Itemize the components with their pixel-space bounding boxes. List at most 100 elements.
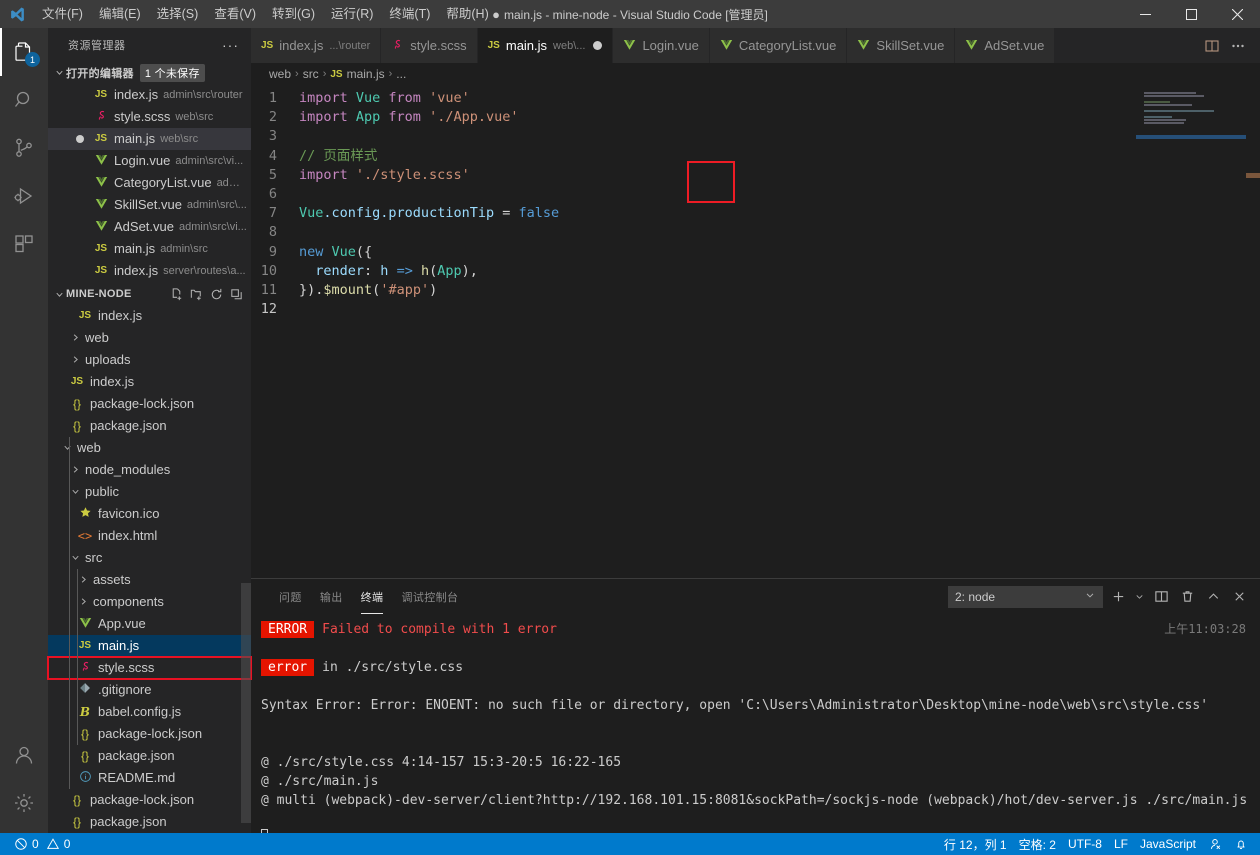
tree-file-item[interactable]: JSmain.js	[48, 635, 251, 657]
open-editor-item[interactable]: CategoryList.vueadmi...	[48, 172, 251, 194]
settings-gear-icon[interactable]	[0, 779, 48, 827]
open-editor-item[interactable]: JSmain.jsweb\src	[48, 128, 251, 150]
tree-folder-item[interactable]: components	[48, 591, 251, 613]
open-editors-header[interactable]: 打开的编辑器 1 个未保存	[48, 62, 251, 83]
chevron-down-icon[interactable]	[68, 552, 82, 563]
open-editor-item[interactable]: JSindex.jsserver\routes\a...	[48, 260, 251, 282]
problems-status[interactable]: 0 0	[8, 833, 76, 855]
tree-file-item[interactable]: style.scss	[48, 657, 251, 679]
chevron-right-icon[interactable]	[68, 354, 82, 365]
accounts-icon[interactable]	[0, 731, 48, 779]
tree-file-item[interactable]: {}package-lock.json	[48, 393, 251, 415]
open-editor-item[interactable]: Login.vueadmin\src\vi...	[48, 150, 251, 172]
add-terminal-icon[interactable]	[1107, 586, 1129, 608]
tab-terminal[interactable]: 终端	[353, 579, 392, 614]
kill-terminal-icon[interactable]	[1176, 586, 1198, 608]
open-editor-item[interactable]: style.scssweb\src	[48, 106, 251, 128]
tree-file-item[interactable]: {}package.json	[48, 745, 251, 767]
minimize-icon[interactable]	[1122, 0, 1168, 28]
open-editor-item[interactable]: AdSet.vueadmin\src\vi...	[48, 216, 251, 238]
editor-tab[interactable]: JSindex.js...\router	[251, 28, 381, 63]
workspace-header[interactable]: MINE-NODE	[48, 284, 251, 305]
menu-go[interactable]: 转到(G)	[264, 0, 323, 28]
editor-tab[interactable]: JSmain.jsweb\...	[478, 28, 614, 63]
tree-file-item[interactable]: {}package-lock.json	[48, 723, 251, 745]
indentation[interactable]: 空格: 2	[1013, 833, 1062, 855]
terminal-output[interactable]: 上午11:03:28 ERRORFailed to compile with 1…	[251, 614, 1260, 833]
open-editor-item[interactable]: JSindex.jsadmin\src\router	[48, 84, 251, 106]
menu-help[interactable]: 帮助(H)	[438, 0, 496, 28]
terminal-profile-chevron-icon[interactable]	[1133, 586, 1146, 608]
tree-folder-item[interactable]: assets	[48, 569, 251, 591]
tree-file-item[interactable]: JSindex.js	[48, 305, 251, 327]
code-editor[interactable]: 1import Vue from 'vue'2import App from '…	[251, 85, 1260, 578]
tree-file-item[interactable]: <>index.html	[48, 525, 251, 547]
sidebar-scrollbar[interactable]	[241, 583, 251, 823]
tree-folder-item[interactable]: node_modules	[48, 459, 251, 481]
maximize-icon[interactable]	[1168, 0, 1214, 28]
tree-file-item[interactable]: App.vue	[48, 613, 251, 635]
tree-file-item[interactable]: Bbabel.config.js	[48, 701, 251, 723]
menu-run[interactable]: 运行(R)	[323, 0, 381, 28]
menu-bar[interactable]: 文件(F) 编辑(E) 选择(S) 查看(V) 转到(G) 运行(R) 终端(T…	[34, 0, 497, 28]
feedback-icon[interactable]	[1202, 833, 1228, 855]
editor-tab[interactable]: AdSet.vue	[955, 28, 1055, 63]
tab-output[interactable]: 输出	[312, 579, 351, 614]
minimap[interactable]	[1136, 85, 1246, 578]
menu-file[interactable]: 文件(F)	[34, 0, 91, 28]
tree-folder-item[interactable]: web	[48, 437, 251, 459]
tree-file-item[interactable]: {}package.json	[48, 415, 251, 437]
refresh-icon[interactable]	[208, 286, 225, 303]
breadcrumb-web[interactable]: web	[269, 67, 291, 81]
chevron-right-icon[interactable]	[68, 332, 82, 343]
tab-debug-console[interactable]: 调试控制台	[393, 579, 466, 614]
encoding[interactable]: UTF-8	[1062, 833, 1108, 855]
explorer-icon[interactable]: 1	[0, 28, 48, 76]
menu-view[interactable]: 查看(V)	[206, 0, 264, 28]
eol[interactable]: LF	[1108, 833, 1134, 855]
tree-file-item[interactable]: .gitignore	[48, 679, 251, 701]
editor-tab[interactable]: Login.vue	[613, 28, 709, 63]
more-actions-icon[interactable]	[1226, 34, 1250, 58]
tree-file-item[interactable]: {}package.json	[48, 811, 251, 833]
tree-file-item[interactable]: {}package-lock.json	[48, 789, 251, 811]
terminal-selector[interactable]: 2: node	[948, 586, 1103, 608]
editor-tab[interactable]: style.scss	[381, 28, 477, 63]
menu-selection[interactable]: 选择(S)	[149, 0, 207, 28]
new-file-icon[interactable]	[168, 286, 185, 303]
open-editor-item[interactable]: JSmain.jsadmin\src	[48, 238, 251, 260]
chevron-down-icon[interactable]	[60, 442, 74, 453]
menu-terminal[interactable]: 终端(T)	[381, 0, 438, 28]
chevron-right-icon[interactable]	[76, 574, 90, 585]
breadcrumb-file[interactable]: main.js	[347, 67, 385, 81]
open-editor-item[interactable]: SkillSet.vueadmin\src\...	[48, 194, 251, 216]
chevron-right-icon[interactable]	[68, 464, 82, 475]
split-editor-icon[interactable]	[1200, 34, 1224, 58]
cursor-position[interactable]: 行 12，列 1	[938, 833, 1013, 855]
maximize-panel-icon[interactable]	[1202, 586, 1224, 608]
collapse-all-icon[interactable]	[228, 286, 245, 303]
breadcrumb-src[interactable]: src	[303, 67, 319, 81]
new-folder-icon[interactable]	[188, 286, 205, 303]
notifications-bell-icon[interactable]	[1228, 833, 1254, 855]
breadcrumb-symbols[interactable]: ...	[396, 67, 406, 81]
tree-folder-item[interactable]: src	[48, 547, 251, 569]
tree-folder-item[interactable]: web	[48, 327, 251, 349]
chevron-right-icon[interactable]	[76, 596, 90, 607]
language-mode[interactable]: JavaScript	[1134, 833, 1202, 855]
split-terminal-icon[interactable]	[1150, 586, 1172, 608]
tree-folder-item[interactable]: public	[48, 481, 251, 503]
explorer-more-actions-icon[interactable]: ···	[222, 37, 243, 53]
search-icon[interactable]	[0, 76, 48, 124]
tab-problems[interactable]: 问题	[271, 579, 310, 614]
close-panel-icon[interactable]	[1228, 586, 1250, 608]
chevron-down-icon[interactable]	[68, 486, 82, 497]
tree-file-item[interactable]: favicon.ico	[48, 503, 251, 525]
tree-file-item[interactable]: README.md	[48, 767, 251, 789]
source-control-icon[interactable]	[0, 124, 48, 172]
extensions-icon[interactable]	[0, 220, 48, 268]
editor-tab[interactable]: SkillSet.vue	[847, 28, 955, 63]
tree-folder-item[interactable]: uploads	[48, 349, 251, 371]
menu-edit[interactable]: 编辑(E)	[91, 0, 149, 28]
tree-file-item[interactable]: JSindex.js	[48, 371, 251, 393]
